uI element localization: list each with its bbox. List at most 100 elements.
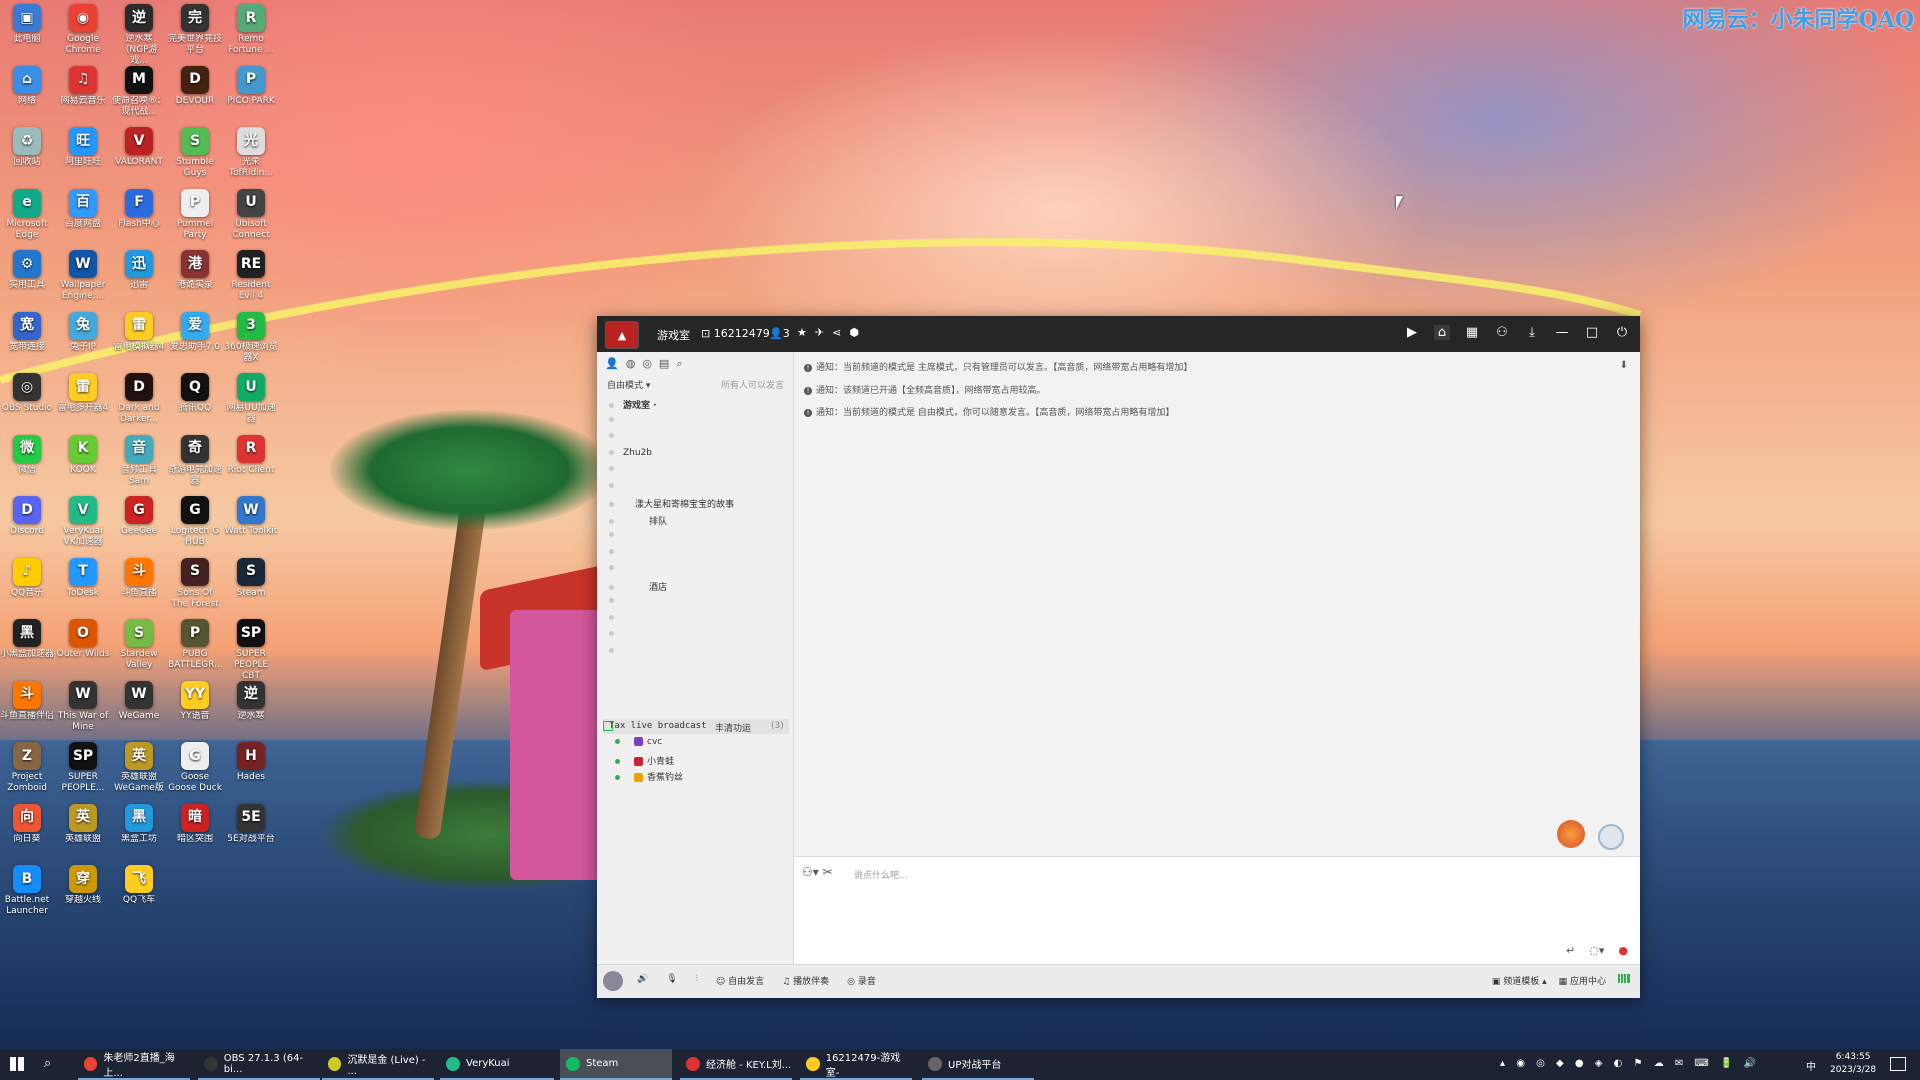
taskbar-clock[interactable]: 6:43:55 2023/3/28 (1830, 1051, 1876, 1077)
desktop-icon[interactable]: ⚙ 实用工具 (0, 250, 54, 291)
desktop-icon[interactable]: S Stumble Guys (168, 127, 222, 179)
channel-item[interactable] (609, 613, 623, 623)
desktop-icon[interactable]: RE Resident Evil 4 (224, 250, 278, 302)
channel-item[interactable] (609, 415, 623, 425)
desktop-icon[interactable]: ♻ 回收站 (0, 127, 54, 168)
desktop-icon[interactable]: 向向日葵 (0, 803, 54, 845)
desktop-icon[interactable]: 迅迅雷 (112, 250, 166, 291)
taskbar-app[interactable]: 沉默是金 (Live) - ... (322, 1049, 434, 1080)
desktop-icon[interactable]: 旺阿里旺旺 (56, 127, 110, 168)
desktop-icon[interactable]: R Riot Client (224, 434, 278, 476)
desktop-icon[interactable]: 完完美世界竞技平台 (168, 4, 222, 56)
desktop-icon[interactable]: 黑小黑盒加速器 (0, 619, 54, 660)
desktop-icon[interactable]: 宽宽带连接 (0, 311, 54, 353)
desktop-icon[interactable]: Z Project Zomboid (0, 742, 54, 794)
desktop-icon[interactable]: 港港诡实录 (168, 250, 222, 291)
mode-dropdown[interactable]: 自由模式 ▾ (607, 378, 650, 391)
desktop-icon[interactable]: YY YY语音 (168, 680, 222, 722)
desktop-icon[interactable]: 雷雷电模拟器4 (112, 311, 166, 353)
send-enter-icon[interactable]: ↵ (1566, 944, 1575, 957)
scroll-down-icon[interactable]: ⬇ (1620, 360, 1628, 371)
channel-user[interactable]: cvc (615, 737, 662, 747)
desktop-icon[interactable]: U 网易UU加速器 (224, 373, 278, 425)
screenshot-icon[interactable]: ✂ (823, 865, 833, 879)
channel-item[interactable] (609, 530, 623, 540)
settings-float-icon[interactable] (1598, 824, 1624, 850)
desktop-icon[interactable]: F Flash中心 (112, 188, 166, 230)
share-icon[interactable]: ⋖ (832, 326, 849, 339)
desktop-icon[interactable]: 爱爱思助手7.0 (168, 311, 222, 353)
desktop-icon[interactable]: G GeeGee (112, 496, 166, 537)
record-button[interactable]: ◎ 录音 (847, 974, 876, 987)
desktop-icon[interactable]: H Hades (224, 742, 278, 783)
channel-item[interactable] (609, 431, 623, 441)
desktop-icon[interactable]: e Microsoft Edge (0, 188, 54, 241)
selected-channel[interactable]: Tax live broadcast 丰清功运 (3) (603, 719, 789, 734)
desktop-icon[interactable]: 百百度网盘 (56, 188, 110, 230)
desktop-icon[interactable]: V VALORANT (112, 127, 166, 168)
desktop-icon[interactable]: Q 腾讯QQ (168, 373, 222, 414)
channel-item[interactable] (609, 464, 623, 474)
desktop-icon[interactable]: S Steam (224, 557, 278, 599)
taskbar-app[interactable]: VeryKuai (440, 1049, 554, 1080)
desktop-icon[interactable]: W Wallpaper Engine:... (56, 250, 110, 302)
desktop-icon[interactable]: 微微信 (0, 434, 54, 476)
taskbar-app[interactable]: 16212479-游戏室- (800, 1049, 912, 1080)
maximize-icon[interactable]: □ (1584, 325, 1600, 340)
desktop-icon[interactable]: W This War of Mine (56, 680, 110, 733)
channel-item[interactable]: Zhu2b (609, 448, 652, 458)
location-icon[interactable]: ◎ (642, 357, 652, 371)
desktop-icon[interactable]: B Battle.net Launcher (0, 865, 54, 917)
minimize-icon[interactable]: — (1554, 325, 1570, 340)
desktop-icon[interactable]: 音音频工具 Sam (112, 434, 166, 487)
windows-start-icon[interactable] (10, 1057, 24, 1071)
desktop-icon[interactable]: 穿穿越火线 (56, 865, 110, 906)
chat-input-placeholder[interactable]: 说点什么吧... (854, 868, 908, 881)
desktop-icon[interactable]: P Pummel Party (168, 188, 222, 241)
taskbar-app[interactable]: 朱老师2直播_海上... (78, 1049, 190, 1080)
free-speak-button[interactable]: ☺ 自由发言 (716, 974, 764, 987)
desktop-icon[interactable]: S Sons Of The Forest (168, 557, 222, 610)
desktop-icon[interactable]: ♫ 网易云音乐 (56, 65, 110, 107)
desktop-icon[interactable]: 黑黑盒工坊 (112, 803, 166, 845)
desktop-icon[interactable]: SP SUPER PEOPLE CBT (224, 619, 278, 682)
power-icon[interactable]: ⏻ (1614, 325, 1630, 340)
desktop-icon[interactable]: D Dark and Darker... (112, 373, 166, 425)
mic-toggle-icon[interactable]: ● (1618, 944, 1628, 957)
window-titlebar[interactable]: ▲ 游戏室 ⊡ 16212479 👤3 ★✈⋖⬢ ▶ ⌂ ▦ ⚇ ⤓ — □ ⏻ (597, 316, 1640, 352)
channel-item[interactable] (609, 629, 623, 639)
equalizer-icon[interactable]: ⫶ (696, 974, 698, 987)
desktop-icon[interactable]: S Stardew Valley (112, 619, 166, 671)
airplane-icon[interactable]: ✈ (815, 326, 832, 339)
desktop-icon[interactable]: 英英雄联盟 (56, 803, 110, 845)
taskbar-app[interactable]: 经济舱 - KEY.L刘... (680, 1049, 792, 1080)
desktop-icon[interactable]: R Remo Fortune ... (224, 4, 278, 56)
channel-item[interactable]: 漾大星和寄棉宝宝的故事 (609, 497, 734, 510)
desktop-icon[interactable]: ◉ Google Chrome (56, 4, 110, 56)
desktop-icon[interactable]: 飞 QQ飞车 (112, 865, 166, 906)
channel-item[interactable] (609, 646, 623, 656)
desktop-icon[interactable]: P PICO PARK (224, 65, 278, 107)
desktop-icon[interactable]: W Watt Toolkit (224, 496, 278, 537)
desktop-icon[interactable]: 雷雷电多开器4 (56, 373, 110, 414)
desktop-icon[interactable]: 斗斗鱼直播伴侣 (0, 680, 54, 722)
gamepad-icon[interactable]: ⚇ (1494, 325, 1510, 340)
desktop-icon[interactable]: O Outer Wilds (56, 619, 110, 660)
desktop-icon[interactable]: T ToDesk (56, 557, 110, 599)
desktop-icon[interactable]: G Goose Goose Duck (168, 742, 222, 794)
user-icon[interactable]: 👤 (605, 357, 619, 371)
channel-user[interactable]: 香蕉钓丝 (615, 770, 683, 783)
video-icon[interactable]: ▶ (1404, 325, 1420, 340)
gift-float-icon[interactable] (1557, 820, 1585, 848)
desktop-icon[interactable]: D DEVOUR (168, 65, 222, 107)
taskbar-search-icon[interactable]: ⌕ (44, 1056, 51, 1071)
desktop-icon[interactable]: 暗暗区突围 (168, 803, 222, 845)
emoji-gamepad-icon[interactable]: ⚇▾ (802, 865, 819, 879)
desktop-icon[interactable]: ▣ 此电脑 (0, 4, 54, 45)
speaker-icon[interactable]: 🔊 (637, 974, 648, 987)
desktop-icon[interactable]: SP SUPER PEOPLE... (56, 742, 110, 794)
desktop-icon[interactable]: 兔兔子IP (56, 311, 110, 353)
desktop-icon[interactable]: 5E 5E对战平台 (224, 803, 278, 845)
channel-item[interactable] (609, 596, 623, 606)
room-avatar[interactable]: ▲ (605, 321, 639, 349)
